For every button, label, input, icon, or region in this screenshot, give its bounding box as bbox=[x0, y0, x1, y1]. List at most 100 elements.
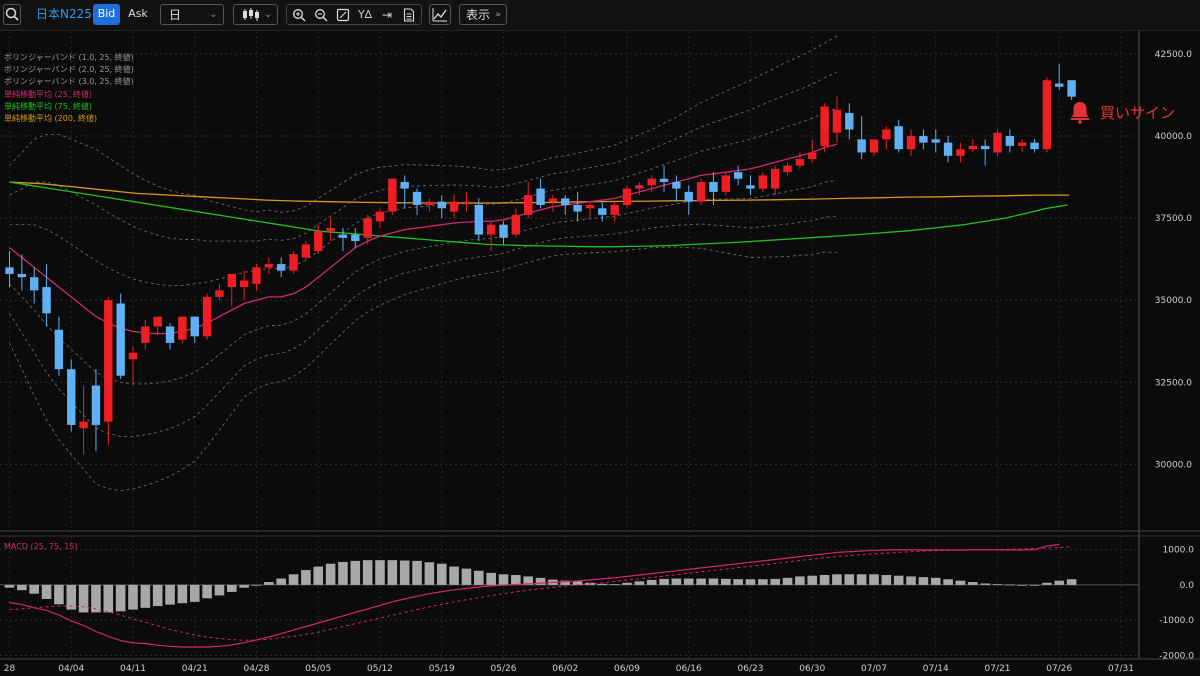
price-tick-label: 40000.0 bbox=[1155, 132, 1192, 142]
legend-sma200[interactable]: 単純移動平均 (200, 終値) bbox=[4, 113, 134, 125]
macd-histogram-bar bbox=[893, 575, 904, 585]
macd-histogram-bar bbox=[301, 570, 311, 585]
candle-body bbox=[277, 264, 286, 271]
time-tick-label: 06/09 bbox=[614, 664, 640, 674]
candle-body bbox=[808, 152, 817, 160]
candle-body bbox=[252, 267, 261, 284]
macd-histogram-bar bbox=[29, 584, 39, 594]
candle-body bbox=[919, 136, 928, 143]
candle-body bbox=[832, 109, 842, 133]
candle-body bbox=[388, 178, 397, 212]
ask-button[interactable]: Ask bbox=[123, 4, 153, 25]
chart-type-select[interactable]: ⌄ bbox=[233, 4, 278, 25]
buy-signal[interactable]: 買いサイン bbox=[1068, 100, 1175, 124]
legend-bb2[interactable]: ボリンジャーバンド (2.0, 25, 終値) bbox=[4, 64, 134, 76]
macd-histogram-bar bbox=[683, 578, 694, 585]
macd-histogram-bar bbox=[17, 584, 27, 591]
candle-body bbox=[647, 178, 656, 186]
search-button[interactable] bbox=[3, 4, 21, 25]
time-tick-label: 05/05 bbox=[305, 664, 331, 674]
macd-histogram-bar bbox=[770, 578, 780, 585]
legend-bb1[interactable]: ボリンジャーバンド (1.0, 25, 終値) bbox=[4, 52, 134, 64]
macd-histogram-bar bbox=[424, 562, 435, 585]
display-menu-button[interactable]: 表示 » bbox=[459, 4, 507, 25]
candle-body bbox=[178, 316, 187, 340]
candle-body bbox=[91, 385, 101, 425]
macd-histogram-bar bbox=[906, 576, 916, 585]
candlestick-icon bbox=[243, 8, 259, 21]
macd-histogram-bar bbox=[140, 584, 151, 608]
candle-body bbox=[684, 191, 693, 202]
macd-histogram-bar bbox=[412, 560, 422, 585]
time-tick-label: 07/31 bbox=[1108, 664, 1134, 674]
candle-body bbox=[771, 168, 780, 189]
macd-histogram-bar bbox=[165, 584, 175, 605]
scroll-to-end-icon[interactable]: ⇥ bbox=[377, 5, 397, 25]
bid-button[interactable]: Bid bbox=[93, 4, 120, 25]
document-icon[interactable] bbox=[399, 5, 419, 25]
candle-body bbox=[906, 136, 916, 150]
macd-histogram-bar bbox=[338, 561, 348, 585]
macd-histogram-bar bbox=[264, 582, 274, 585]
macd-histogram-bar bbox=[671, 578, 682, 585]
zoom-in-icon[interactable] bbox=[289, 5, 309, 25]
indicator-chart-icon bbox=[432, 8, 447, 22]
candle-body bbox=[931, 139, 940, 143]
candle-body bbox=[857, 139, 866, 153]
macd-histogram-bar bbox=[918, 577, 929, 585]
macd-histogram-bar bbox=[276, 578, 286, 585]
macd-histogram-bar bbox=[597, 583, 608, 585]
macd-histogram-bar bbox=[214, 584, 225, 596]
macd-histogram-bar bbox=[1066, 579, 1077, 585]
candle-body bbox=[190, 316, 199, 337]
macd-histogram-bar bbox=[239, 584, 249, 588]
macd-histogram-bar bbox=[646, 579, 657, 585]
candle-body bbox=[635, 185, 644, 189]
candle-body bbox=[980, 145, 990, 150]
candle-body bbox=[1067, 80, 1076, 97]
price-tick-label: 32500.0 bbox=[1155, 378, 1192, 388]
moving-averages bbox=[9, 143, 1070, 335]
macd-histogram-bar bbox=[4, 584, 15, 588]
macd-histogram-bar bbox=[1029, 584, 1040, 586]
macd-histogram-bar bbox=[91, 584, 101, 613]
candle-body bbox=[239, 280, 249, 288]
macd-tick-label: 0.0 bbox=[1180, 581, 1195, 591]
macd-histogram-bar bbox=[856, 574, 867, 585]
candle-body bbox=[1005, 136, 1015, 146]
macd-histogram-bar bbox=[486, 572, 496, 585]
macd-histogram-bar bbox=[325, 563, 336, 585]
timeframe-select[interactable]: 日 ⌄ bbox=[160, 4, 224, 25]
chevron-down-icon: ⌄ bbox=[209, 10, 217, 20]
bollinger-band-line bbox=[9, 216, 837, 437]
indicator-button[interactable] bbox=[429, 4, 451, 25]
legend-sma75[interactable]: 単純移動平均 (75, 終値) bbox=[4, 101, 134, 113]
macd-histogram-bar bbox=[41, 584, 52, 599]
candle-body bbox=[1055, 83, 1064, 87]
buy-signal-label: 買いサイン bbox=[1100, 103, 1176, 122]
candle-body bbox=[585, 204, 595, 209]
candle-body bbox=[104, 300, 113, 422]
candle-body bbox=[400, 182, 409, 189]
macd-histogram-bar bbox=[807, 575, 818, 585]
macd-histogram-bar bbox=[844, 574, 855, 585]
macd-title[interactable]: MACD (25, 75, 15) bbox=[4, 542, 77, 551]
candle-body bbox=[894, 126, 903, 150]
macd-histogram-bar bbox=[819, 575, 830, 585]
macd-histogram-bar bbox=[54, 584, 64, 605]
symbol-label[interactable]: 日本N225 bbox=[36, 4, 92, 25]
legend-bb3[interactable]: ボリンジャーバンド (3.0, 25, 終値) bbox=[4, 76, 134, 88]
fit-icon[interactable] bbox=[333, 5, 353, 25]
time-tick-label: 06/16 bbox=[676, 664, 702, 674]
candle-body bbox=[264, 264, 274, 268]
macd-histogram-bar bbox=[350, 560, 361, 585]
macd-histogram-bar bbox=[782, 577, 793, 585]
auto-scale-icon[interactable]: Y∆ bbox=[355, 5, 375, 25]
time-tick-label: 04/28 bbox=[244, 664, 270, 674]
price-chart[interactable]: 30000.0 32500.0 35000.0 37500.0 40000.0 42500… bbox=[0, 31, 1200, 676]
macd-histogram-bar bbox=[436, 563, 447, 585]
legend-sma25[interactable]: 単純移動平均 (25, 終値) bbox=[4, 89, 134, 101]
macd-histogram-bar bbox=[387, 560, 398, 585]
candle-body bbox=[17, 273, 27, 278]
zoom-out-icon[interactable] bbox=[311, 5, 331, 25]
